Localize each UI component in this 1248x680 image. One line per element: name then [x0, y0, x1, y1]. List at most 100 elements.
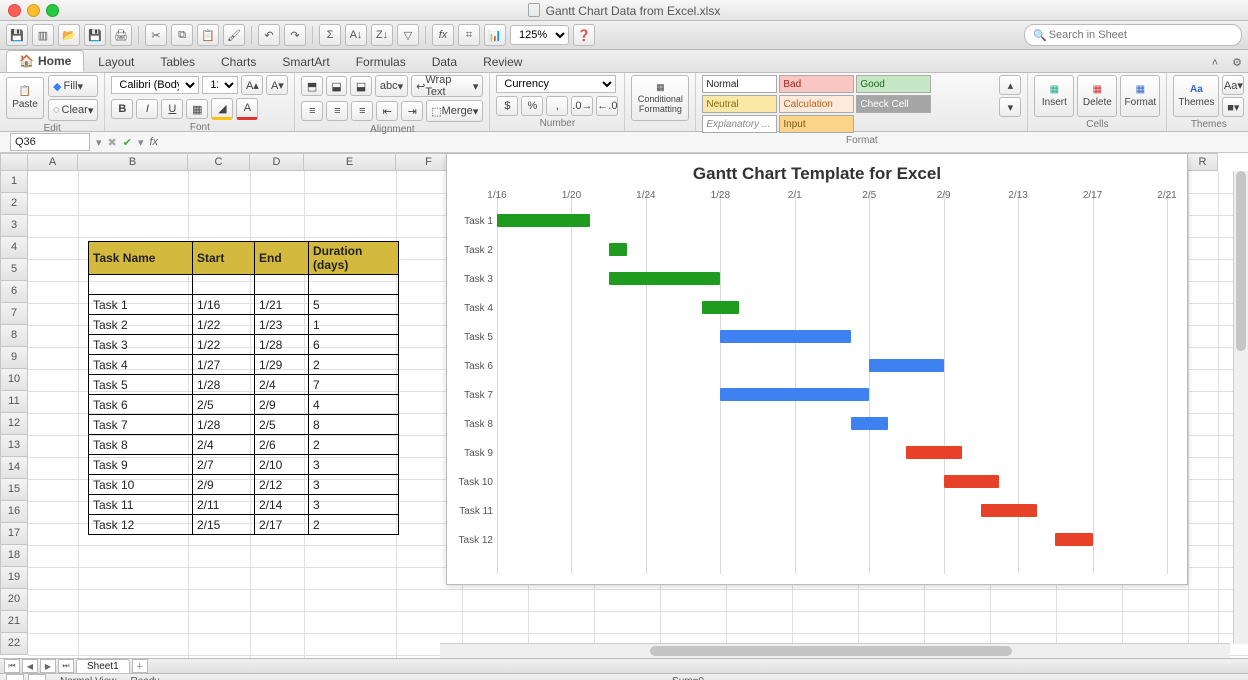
fx-dropdown-icon[interactable]: ▾ [138, 136, 144, 149]
row-header-8[interactable]: 8 [0, 325, 28, 347]
fill-button[interactable]: ◆Fill ▾ [48, 75, 98, 97]
undo-icon[interactable]: ↶ [258, 24, 280, 46]
new-icon[interactable]: ▥ [32, 24, 54, 46]
percent-icon[interactable]: % [521, 96, 543, 116]
accept-formula-icon[interactable]: ✔ [123, 136, 132, 149]
underline-button[interactable]: U [161, 99, 183, 119]
clear-button[interactable]: ◌Clear ▾ [48, 99, 98, 121]
row-header-1[interactable]: 1 [0, 171, 28, 193]
font-size-select[interactable]: 12 [202, 76, 238, 94]
row-header-7[interactable]: 7 [0, 303, 28, 325]
align-bottom-icon[interactable]: ⬓ [350, 76, 371, 96]
save-icon[interactable]: 💾 [6, 24, 28, 46]
wrap-text-button[interactable]: ↩ Wrap Text ▾ [411, 75, 483, 97]
zoom-select[interactable]: 125% [510, 25, 569, 45]
name-box[interactable]: Q36 [10, 133, 90, 151]
open-icon[interactable]: 📂 [58, 24, 80, 46]
gantt-bar[interactable] [851, 417, 888, 430]
paste-icon[interactable]: 📋 [197, 24, 219, 46]
row-header-6[interactable]: 6 [0, 281, 28, 303]
show-formulas-icon[interactable]: ⌗ [458, 24, 480, 46]
v-scroll-thumb[interactable] [1236, 171, 1246, 351]
row-header-19[interactable]: 19 [0, 567, 28, 589]
tab-data[interactable]: Data [420, 52, 469, 72]
fill-color-button[interactable]: ◢ [211, 98, 233, 120]
last-sheet-icon[interactable]: ⏭ [58, 659, 74, 673]
row-header-10[interactable]: 10 [0, 369, 28, 391]
table-row[interactable]: Task 21/221/231 [89, 315, 399, 335]
decrease-decimal-icon[interactable]: ←.0 [596, 96, 618, 116]
align-middle-icon[interactable]: ⬓ [326, 76, 347, 96]
cell-style-calculation[interactable]: Calculation [779, 95, 854, 113]
redo-icon[interactable]: ↷ [284, 24, 306, 46]
orientation-button[interactable]: abc▾ [375, 75, 408, 97]
table-header[interactable]: End [255, 242, 309, 275]
cell-style-good[interactable]: Good [856, 75, 931, 93]
styles-scroll-down-icon[interactable]: ▾ [999, 97, 1021, 117]
row-header-5[interactable]: 5 [0, 259, 28, 281]
gantt-bar[interactable] [1055, 533, 1092, 546]
first-sheet-icon[interactable]: ⏮ [4, 659, 20, 673]
bold-button[interactable]: B [111, 99, 133, 119]
row-header-2[interactable]: 2 [0, 193, 28, 215]
currency-icon[interactable]: $ [496, 96, 518, 116]
gantt-chart[interactable]: Gantt Chart Template for Excel 1/161/201… [446, 153, 1188, 585]
autosum-icon[interactable]: Σ [319, 24, 341, 46]
row-header-17[interactable]: 17 [0, 523, 28, 545]
chart-icon[interactable]: 📊 [484, 24, 506, 46]
sort-za-icon[interactable]: Z↓ [371, 24, 393, 46]
cell-style-input[interactable]: Input [779, 115, 854, 133]
help-icon[interactable]: ❓ [573, 24, 595, 46]
conditional-formatting-button[interactable]: ▦ Conditional Formatting [631, 75, 689, 121]
increase-font-icon[interactable]: A▴ [241, 75, 263, 95]
decrease-font-icon[interactable]: A▾ [266, 75, 288, 95]
table-row[interactable]: Task 51/282/47 [89, 375, 399, 395]
search-input[interactable] [1047, 28, 1233, 42]
cut-icon[interactable]: ✂ [145, 24, 167, 46]
table-row[interactable]: Task 71/282/58 [89, 415, 399, 435]
theme-colors-icon[interactable]: Aa▾ [1222, 75, 1244, 95]
tab-home[interactable]: 🏠Home [6, 50, 84, 72]
row-header-16[interactable]: 16 [0, 501, 28, 523]
table-row[interactable]: Task 122/152/172 [89, 515, 399, 535]
themes-button[interactable]: AaThemes [1173, 75, 1219, 117]
col-header-B[interactable]: B [78, 153, 188, 171]
ribbon-settings-icon[interactable]: ⚙ [1226, 53, 1248, 72]
cancel-formula-icon[interactable]: ✖ [108, 136, 117, 149]
table-row[interactable]: Task 102/92/123 [89, 475, 399, 495]
table-row[interactable]: Task 41/271/292 [89, 355, 399, 375]
gantt-bar[interactable] [609, 272, 721, 285]
normal-view-icon[interactable] [6, 674, 24, 680]
row-header-9[interactable]: 9 [0, 347, 28, 369]
gantt-bar[interactable] [906, 446, 962, 459]
row-header-21[interactable]: 21 [0, 611, 28, 633]
row-header-12[interactable]: 12 [0, 413, 28, 435]
cell-style-neutral[interactable]: Neutral [702, 95, 777, 113]
table-row[interactable]: Task 82/42/62 [89, 435, 399, 455]
align-top-icon[interactable]: ⬒ [301, 76, 322, 96]
increase-decimal-icon[interactable]: .0→ [571, 96, 593, 116]
save-icon-2[interactable]: 💾 [84, 24, 106, 46]
filter-icon[interactable]: ▽ [397, 24, 419, 46]
table-row[interactable]: Task 31/221/286 [89, 335, 399, 355]
row-header-22[interactable]: 22 [0, 633, 28, 655]
sheet-tab-sheet1[interactable]: Sheet1 [76, 659, 130, 673]
row-header-18[interactable]: 18 [0, 545, 28, 567]
gantt-bar[interactable] [702, 301, 739, 314]
table-row[interactable]: Task 92/72/103 [89, 455, 399, 475]
table-row[interactable]: Task 62/52/94 [89, 395, 399, 415]
insert-cells-button[interactable]: ▦Insert [1034, 75, 1074, 117]
tab-formulas[interactable]: Formulas [344, 52, 418, 72]
table-row[interactable]: Task 11/161/215 [89, 295, 399, 315]
font-name-select[interactable]: Calibri (Body) [111, 76, 199, 94]
next-sheet-icon[interactable]: ▶ [40, 659, 56, 673]
gantt-bar[interactable] [497, 214, 590, 227]
align-left-icon[interactable]: ≡ [301, 101, 323, 121]
prev-sheet-icon[interactable]: ◀ [22, 659, 38, 673]
merge-button[interactable]: ⬚ Merge ▾ [426, 100, 483, 122]
format-cells-button[interactable]: ▦Format [1120, 75, 1160, 117]
col-header-A[interactable]: A [28, 153, 78, 171]
cell-style-bad[interactable]: Bad [779, 75, 854, 93]
paste-button[interactable]: 📋Paste [6, 77, 44, 119]
page-layout-view-icon[interactable] [28, 674, 46, 680]
